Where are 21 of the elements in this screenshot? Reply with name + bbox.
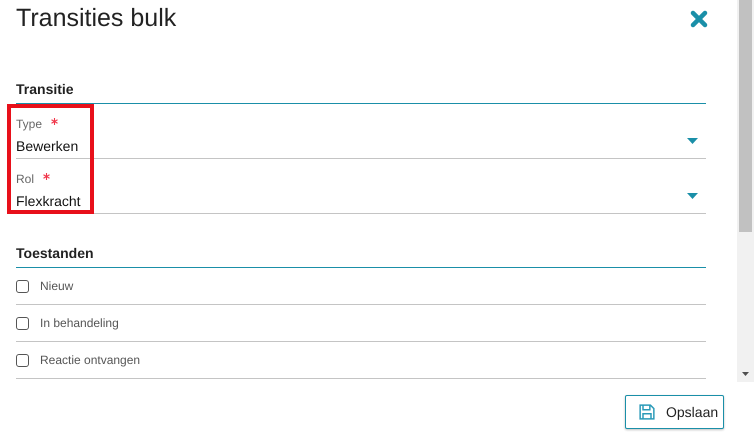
section-heading: Transitie bbox=[16, 81, 74, 97]
scroll-down-icon[interactable] bbox=[742, 372, 749, 376]
checkbox[interactable] bbox=[16, 354, 29, 366]
section-heading: Toestanden bbox=[16, 245, 94, 261]
field-value: Bewerken bbox=[16, 138, 78, 154]
close-icon[interactable] bbox=[690, 10, 708, 28]
caret-icon bbox=[687, 193, 698, 199]
scrollbar-thumb[interactable] bbox=[739, 0, 752, 232]
dropdown-field[interactable]: Rol Flexkracht bbox=[16, 159, 706, 214]
checkbox-label: In behandeling bbox=[40, 316, 119, 330]
dialog-title: Transities bulk bbox=[16, 3, 176, 33]
field-value: Flexkracht bbox=[16, 193, 81, 209]
checkbox-label: Reactie ontvangen bbox=[40, 353, 140, 367]
field-label: Rol bbox=[16, 172, 34, 186]
field-label: Type bbox=[16, 117, 42, 131]
checkbox[interactable] bbox=[16, 280, 29, 292]
caret-icon bbox=[687, 138, 698, 144]
save-button[interactable]: Opslaan bbox=[625, 395, 724, 429]
dropdown-field[interactable]: Type Bewerken bbox=[16, 104, 706, 159]
checkbox[interactable] bbox=[16, 316, 29, 330]
checkbox-label: Nieuw bbox=[40, 279, 74, 293]
